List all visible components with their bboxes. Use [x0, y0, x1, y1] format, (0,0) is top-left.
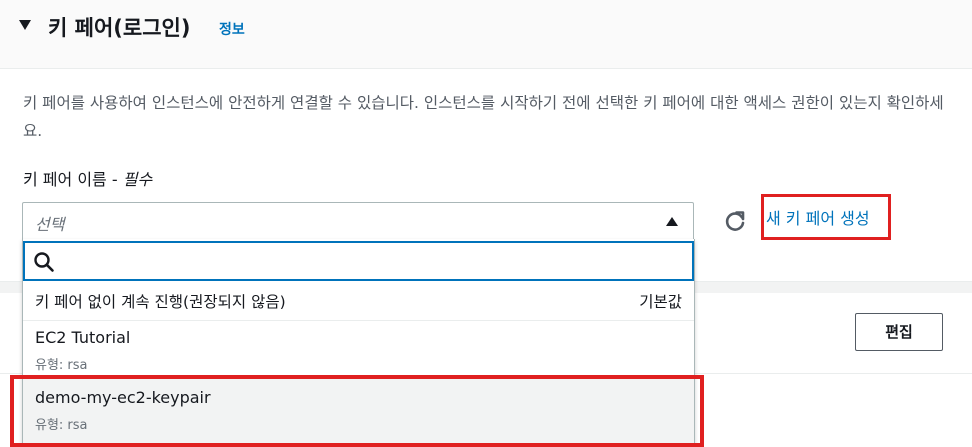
info-link[interactable]: 정보 — [219, 19, 245, 39]
section-title: 키 페어(로그인) — [48, 16, 191, 40]
create-new-key-pair-link[interactable]: 새 키 페어 생성 — [761, 194, 891, 240]
option-label: 키 페어 없이 계속 진행(권장되지 않음) — [35, 293, 286, 311]
section-description: 키 페어를 사용하여 인스턴스에 안전하게 연결할 수 있습니다. 인스턴스를 … — [23, 94, 944, 140]
key-pair-name-label: 키 페어 이름 - 필수 — [23, 166, 152, 190]
option-no-key-pair[interactable]: 키 페어 없이 계속 진행(권장되지 않음) 기본값 — [23, 283, 694, 321]
required-text: 필수 — [122, 170, 153, 189]
option-type: 유형: rsa — [35, 418, 88, 433]
field-label-text: 키 페어 이름 - — [23, 170, 123, 189]
search-input[interactable] — [61, 247, 681, 275]
refresh-button[interactable] — [722, 209, 748, 235]
select-placeholder: 선택 — [35, 215, 65, 234]
caret-up-icon — [666, 217, 678, 226]
refresh-icon — [725, 211, 745, 231]
option-demo-my-ec2-keypair[interactable]: demo-my-ec2-keypair 유형: rsa — [23, 379, 694, 445]
collapse-caret-icon[interactable] — [19, 20, 31, 30]
option-label: EC2 Tutorial — [35, 328, 131, 347]
edit-button[interactable]: 편집 — [855, 313, 943, 351]
option-label: demo-my-ec2-keypair — [35, 388, 211, 407]
default-tag: 기본값 — [639, 293, 682, 311]
key-pair-select[interactable]: 선택 — [22, 202, 694, 240]
search-box[interactable] — [23, 241, 694, 281]
search-icon — [34, 252, 54, 272]
key-pair-page: 키 페어(로그인) 정보 키 페어를 사용하여 인스턴스에 안전하게 연결할 수… — [0, 0, 972, 447]
section-header: 키 페어(로그인) 정보 — [0, 0, 972, 69]
option-type: 유형: rsa — [35, 358, 88, 373]
option-ec2-tutorial[interactable]: EC2 Tutorial 유형: rsa — [23, 321, 694, 379]
create-new-key-pair-label: 새 키 페어 생성 — [766, 209, 870, 228]
key-pair-dropdown: 키 페어 없이 계속 진행(권장되지 않음) 기본값 EC2 Tutorial … — [22, 239, 695, 447]
